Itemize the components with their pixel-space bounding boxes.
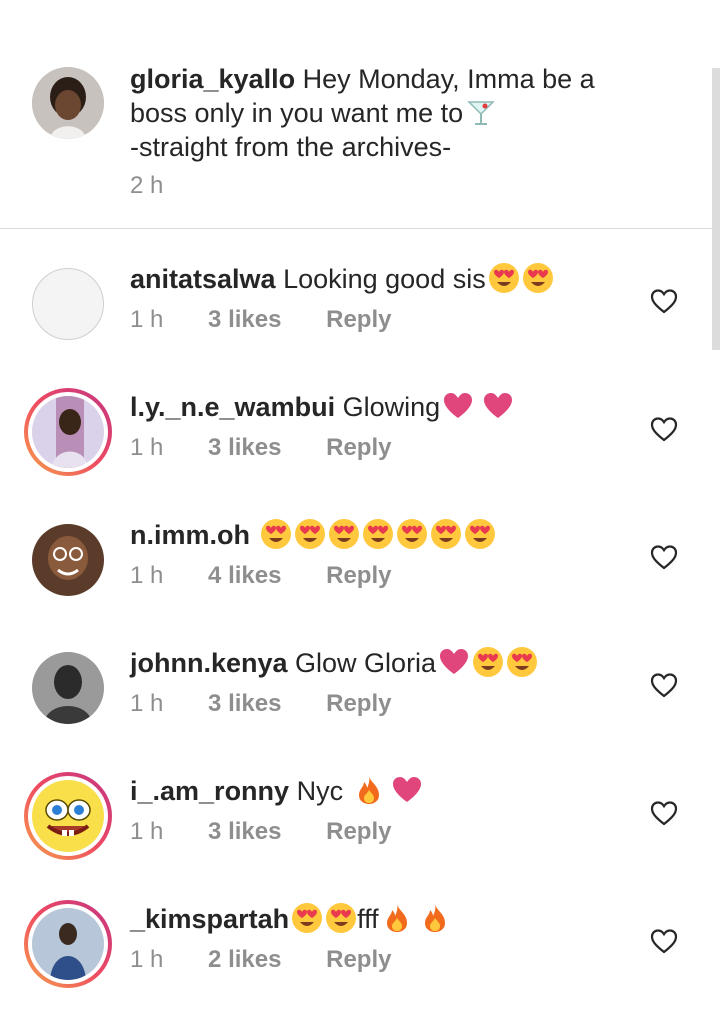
comment-text: anitatsalwa Looking good sis: [130, 262, 554, 296]
comment-time: 1 h: [130, 946, 164, 973]
reply-button[interactable]: Reply: [326, 306, 391, 334]
caption-line1: Hey Monday, Imma be a: [295, 64, 595, 94]
caption-text: gloria_kyallo Hey Monday, Imma be a boss…: [130, 62, 630, 164]
pink-heart-emoji-icon: [438, 646, 470, 678]
comment-likes[interactable]: 3 likes: [208, 306, 281, 334]
heart-eyes-emoji-icon: [328, 518, 360, 550]
comment-row: _kimspartah fff 1 h 2 likes Reply: [0, 900, 712, 1030]
pink-heart-emoji-icon: [391, 774, 423, 806]
comment-body: Looking good sis: [275, 264, 486, 294]
comment-row: l.y._n.e_wambui Glowing 1 h 3 likes Repl…: [0, 388, 712, 518]
comment-likes[interactable]: 2 likes: [208, 946, 281, 974]
fire-emoji-icon: [419, 902, 451, 934]
reply-button[interactable]: Reply: [326, 946, 391, 974]
comment-likes[interactable]: 4 likes: [208, 562, 281, 590]
comment-meta: 1 h 3 likes Reply: [130, 818, 391, 846]
comment-row: anitatsalwa Looking good sis 1 h 3 likes…: [0, 262, 712, 390]
avatar-story-ring[interactable]: [24, 388, 112, 476]
pink-heart-emoji-icon: [482, 390, 514, 422]
comment-text: i_.am_ronny Nyc: [130, 774, 423, 808]
comment-text: n.imm.oh: [130, 518, 496, 552]
avatar-story-ring[interactable]: [24, 772, 112, 860]
avatar-story-ring[interactable]: [24, 900, 112, 988]
post-caption: gloria_kyallo Hey Monday, Imma be a boss…: [0, 0, 712, 229]
pink-heart-emoji-icon: [442, 390, 474, 422]
heart-eyes-emoji-icon: [291, 902, 323, 934]
like-heart-icon[interactable]: [650, 928, 678, 954]
caption-line2: boss only in you want me to: [130, 98, 464, 128]
comment-username[interactable]: l.y._n.e_wambui: [130, 392, 335, 422]
caption-time: 2 h: [130, 172, 164, 199]
comment-time: 1 h: [130, 818, 164, 845]
like-heart-icon[interactable]: [650, 672, 678, 698]
comment-body: fff: [357, 904, 379, 934]
heart-eyes-emoji-icon: [488, 262, 520, 294]
comment-time: 1 h: [130, 690, 164, 717]
fire-emoji-icon: [353, 774, 385, 806]
comment-username[interactable]: johnn.kenya: [130, 648, 288, 678]
comment-likes[interactable]: 3 likes: [208, 818, 281, 846]
heart-eyes-emoji-icon: [472, 646, 504, 678]
comment-meta: 1 h 3 likes Reply: [130, 690, 391, 718]
comment-username[interactable]: _kimspartah: [130, 904, 289, 934]
comment-body: Glow Gloria: [287, 648, 437, 678]
comment-row: i_.am_ronny Nyc 1 h 3 likes Reply: [0, 772, 712, 902]
heart-eyes-emoji-icon: [325, 902, 357, 934]
avatar[interactable]: [32, 652, 104, 724]
caption-username[interactable]: gloria_kyallo: [130, 64, 295, 94]
comment-meta: 1 h 3 likes Reply: [130, 306, 391, 334]
reply-button[interactable]: Reply: [326, 562, 391, 590]
reply-button[interactable]: Reply: [326, 690, 391, 718]
avatar: [32, 780, 104, 852]
comment-text: johnn.kenya Glow Gloria: [130, 646, 538, 680]
comment-text: _kimspartah fff: [130, 902, 451, 936]
comment-meta: 1 h 3 likes Reply: [130, 434, 391, 462]
avatar[interactable]: [32, 524, 104, 596]
comment-body: Nyc: [289, 776, 351, 806]
scrollbar-track[interactable]: [712, 34, 720, 952]
caption-avatar[interactable]: [32, 67, 104, 139]
like-heart-icon[interactable]: [650, 416, 678, 442]
like-heart-icon[interactable]: [650, 544, 678, 570]
avatar: [32, 396, 104, 468]
avatar: [32, 908, 104, 980]
fire-emoji-icon: [381, 902, 413, 934]
caption-line3: -straight from the archives-: [130, 132, 452, 162]
heart-eyes-emoji-icon: [260, 518, 292, 550]
comment-likes[interactable]: 3 likes: [208, 434, 281, 462]
heart-eyes-emoji-icon: [294, 518, 326, 550]
comment-row: johnn.kenya Glow Gloria 1 h 3 likes Repl…: [0, 646, 712, 774]
comment-username[interactable]: anitatsalwa: [130, 264, 276, 294]
heart-eyes-emoji-icon: [396, 518, 428, 550]
heart-eyes-emoji-icon: [506, 646, 538, 678]
comment-body: Glowing: [335, 392, 441, 422]
comment-time: 1 h: [130, 562, 164, 589]
comment-time: 1 h: [130, 434, 164, 461]
avatar[interactable]: [32, 268, 104, 340]
reply-button[interactable]: Reply: [326, 818, 391, 846]
cocktail-emoji-icon: [465, 96, 497, 128]
comment-meta: 1 h 2 likes Reply: [130, 946, 391, 974]
comment-row: n.imm.oh 1 h 4 likes Reply: [0, 518, 712, 646]
scrollbar-thumb[interactable]: [712, 68, 720, 350]
comment-username[interactable]: i_.am_ronny: [130, 776, 289, 806]
heart-eyes-emoji-icon: [464, 518, 496, 550]
heart-eyes-emoji-icon: [522, 262, 554, 294]
like-heart-icon[interactable]: [650, 288, 678, 314]
comment-time: 1 h: [130, 306, 164, 333]
comment-username[interactable]: n.imm.oh: [130, 520, 250, 550]
comment-likes[interactable]: 3 likes: [208, 690, 281, 718]
like-heart-icon[interactable]: [650, 800, 678, 826]
comment-meta: 1 h 4 likes Reply: [130, 562, 391, 590]
heart-eyes-emoji-icon: [430, 518, 462, 550]
reply-button[interactable]: Reply: [326, 434, 391, 462]
heart-eyes-emoji-icon: [362, 518, 394, 550]
comment-text: l.y._n.e_wambui Glowing: [130, 390, 514, 424]
